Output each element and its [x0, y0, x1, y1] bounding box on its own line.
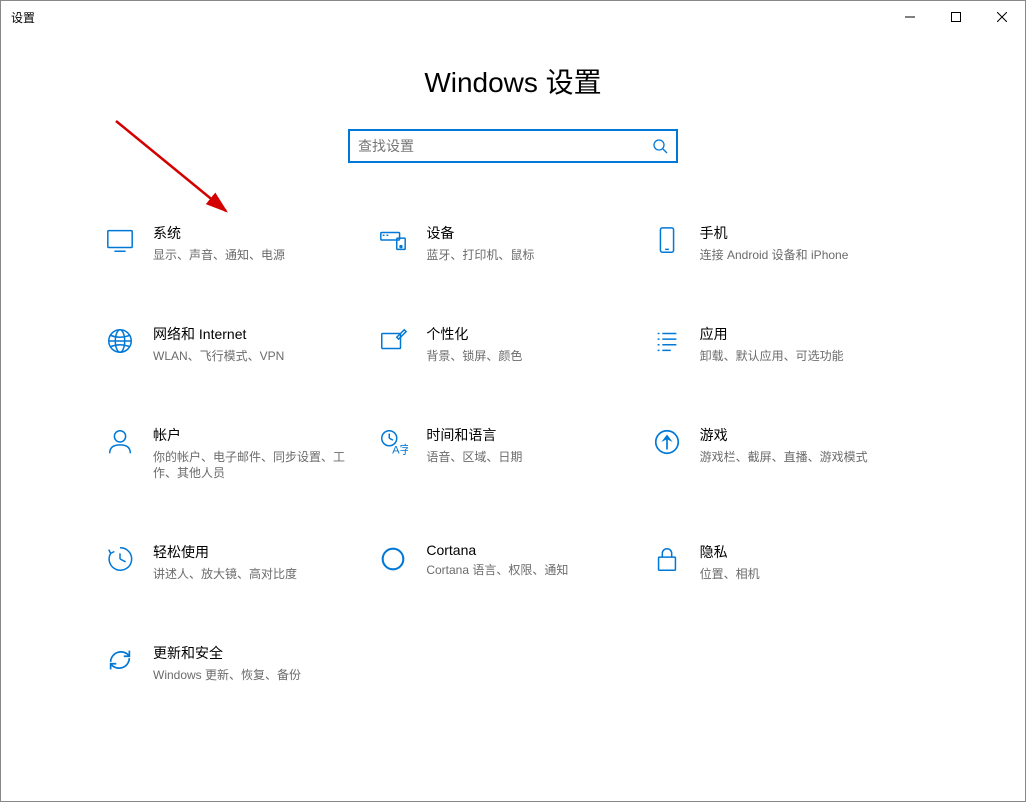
- update-icon: [103, 643, 137, 677]
- tile-accounts[interactable]: 帐户 你的帐户、电子邮件、同步设置、工作、其他人员: [103, 425, 363, 483]
- time-language-icon: A字: [376, 425, 410, 459]
- system-icon: [103, 223, 137, 257]
- devices-icon: [376, 223, 410, 257]
- tile-title: 系统: [153, 223, 363, 243]
- apps-icon: [650, 324, 684, 358]
- tile-title: Cortana: [426, 542, 636, 558]
- tile-desc: 你的帐户、电子邮件、同步设置、工作、其他人员: [153, 449, 363, 483]
- tile-title: 帐户: [153, 425, 363, 445]
- tile-desc: 连接 Android 设备和 iPhone: [700, 247, 910, 264]
- tile-cortana[interactable]: Cortana Cortana 语言、权限、通知: [376, 542, 636, 583]
- maximize-button[interactable]: [933, 1, 979, 33]
- page-title: Windows 设置: [1, 61, 1025, 101]
- tile-system[interactable]: 系统 显示、声音、通知、电源: [103, 223, 363, 264]
- tile-desc: 背景、锁屏、颜色: [426, 348, 636, 365]
- tile-privacy[interactable]: 隐私 位置、相机: [650, 542, 910, 583]
- tile-desc: Cortana 语言、权限、通知: [426, 562, 636, 579]
- tile-desc: Windows 更新、恢复、备份: [153, 667, 363, 684]
- globe-icon: [103, 324, 137, 358]
- window-controls: [887, 1, 1025, 33]
- tile-desc: 卸载、默认应用、可选功能: [700, 348, 910, 365]
- tile-personalization[interactable]: 个性化 背景、锁屏、颜色: [376, 324, 636, 365]
- tile-desc: 讲述人、放大镜、高对比度: [153, 566, 363, 583]
- tile-title: 更新和安全: [153, 643, 363, 663]
- tile-desc: 语音、区域、日期: [426, 449, 636, 466]
- tile-desc: 游戏栏、截屏、直播、游戏模式: [700, 449, 910, 466]
- tile-time-language[interactable]: A字 时间和语言 语音、区域、日期: [376, 425, 636, 483]
- tile-update-security[interactable]: 更新和安全 Windows 更新、恢复、备份: [103, 643, 363, 684]
- phone-icon: [650, 223, 684, 257]
- svg-text:A字: A字: [392, 442, 408, 456]
- search-icon: [652, 138, 668, 154]
- tile-title: 轻松使用: [153, 542, 363, 562]
- tile-title: 手机: [700, 223, 910, 243]
- tile-desc: 位置、相机: [700, 566, 910, 583]
- minimize-button[interactable]: [887, 1, 933, 33]
- tile-desc: 显示、声音、通知、电源: [153, 247, 363, 264]
- tile-network[interactable]: 网络和 Internet WLAN、飞行模式、VPN: [103, 324, 363, 365]
- ease-of-access-icon: [103, 542, 137, 576]
- tile-title: 设备: [426, 223, 636, 243]
- personalization-icon: [376, 324, 410, 358]
- tile-ease-of-access[interactable]: 轻松使用 讲述人、放大镜、高对比度: [103, 542, 363, 583]
- tile-title: 隐私: [700, 542, 910, 562]
- tile-title: 个性化: [426, 324, 636, 344]
- tile-desc: 蓝牙、打印机、鼠标: [426, 247, 636, 264]
- search-box[interactable]: [348, 129, 678, 163]
- close-button[interactable]: [979, 1, 1025, 33]
- tile-devices[interactable]: 设备 蓝牙、打印机、鼠标: [376, 223, 636, 264]
- gaming-icon: [650, 425, 684, 459]
- lock-icon: [650, 542, 684, 576]
- tile-gaming[interactable]: 游戏 游戏栏、截屏、直播、游戏模式: [650, 425, 910, 483]
- tile-apps[interactable]: 应用 卸载、默认应用、可选功能: [650, 324, 910, 365]
- window-title: 设置: [11, 9, 35, 26]
- tile-title: 时间和语言: [426, 425, 636, 445]
- search-input[interactable]: [358, 138, 652, 154]
- person-icon: [103, 425, 137, 459]
- titlebar: 设置: [1, 1, 1025, 33]
- tile-phone[interactable]: 手机 连接 Android 设备和 iPhone: [650, 223, 910, 264]
- cortana-icon: [376, 542, 410, 576]
- tile-title: 游戏: [700, 425, 910, 445]
- tile-title: 应用: [700, 324, 910, 344]
- tile-title: 网络和 Internet: [153, 324, 363, 344]
- tile-desc: WLAN、飞行模式、VPN: [153, 348, 363, 365]
